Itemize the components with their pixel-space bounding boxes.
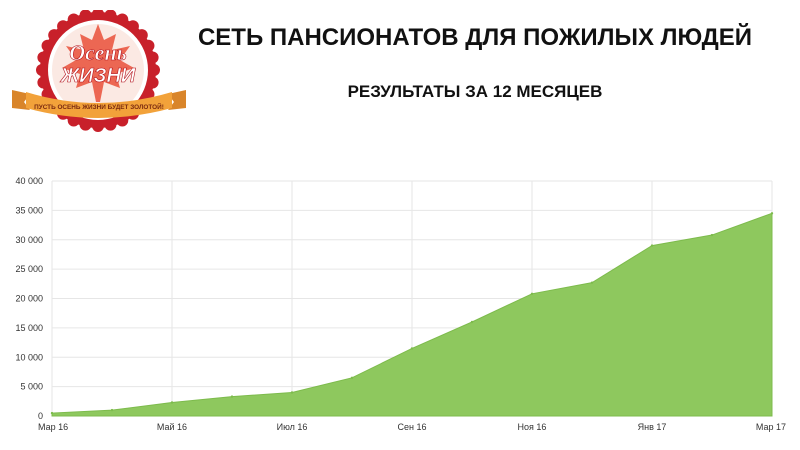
data-point [710, 233, 714, 237]
seal-scallop [146, 76, 159, 89]
seal-scallop [146, 51, 159, 64]
seal-scallop [67, 13, 80, 26]
data-point [410, 347, 414, 350]
seal-scallop [79, 118, 92, 131]
brand-logo: Осень ЖИЗНИ ПУСТЬ ОСЕНЬ ЖИЗНИ БУДЕТ ЗОЛО… [12, 10, 186, 132]
data-point [590, 281, 594, 284]
seal-scallop [41, 39, 54, 52]
logo-line1: Осень [69, 40, 126, 65]
seal-scallop [126, 20, 139, 33]
data-point [650, 244, 654, 247]
x-tick-label: Июл 16 [277, 422, 308, 432]
data-point [770, 212, 774, 215]
data-point [350, 376, 354, 380]
x-tick-label: Сен 16 [398, 422, 427, 432]
seal-scallop [92, 120, 104, 132]
data-point [170, 401, 174, 404]
y-tick-label: 20 000 [15, 294, 43, 304]
y-tick-label: 5 000 [20, 382, 43, 392]
page-title: СЕТЬ ПАНСИОНАТОВ ДЛЯ ПОЖИЛЫХ ЛЮДЕЙ [197, 24, 753, 51]
y-tick-label: 25 000 [15, 264, 43, 274]
y-tick-label: 30 000 [15, 235, 43, 245]
data-point [470, 320, 474, 324]
data-point [530, 292, 534, 295]
data-point [50, 411, 54, 415]
seal-scallop [116, 13, 129, 26]
data-point [110, 408, 114, 412]
seal-scallop [142, 39, 155, 52]
x-tick-label: Ноя 16 [518, 422, 547, 432]
seal-scallop [57, 20, 70, 33]
logo-ribbon-text: ПУСТЬ ОСЕНЬ ЖИЗНИ БУДЕТ ЗОЛОТОЙ! [34, 102, 164, 111]
logo-line2: ЖИЗНИ [60, 65, 136, 87]
x-tick-label: Май 16 [157, 422, 187, 432]
y-tick-label: 40 000 [15, 176, 43, 186]
seal-scallop [48, 29, 61, 42]
data-point [230, 395, 234, 398]
x-tick-label: Янв 17 [638, 422, 667, 432]
y-tick-label: 0 [38, 411, 43, 421]
y-tick-label: 15 000 [15, 323, 43, 333]
x-tick-label: Мар 17 [756, 422, 786, 432]
x-tick-label: Мар 16 [38, 422, 68, 432]
y-tick-label: 10 000 [15, 352, 43, 362]
seal-scallop [37, 51, 50, 64]
y-axis: 0 5 000 10 000 15 000 20 000 25 000 30 000 35 0… [15, 176, 43, 421]
seal-scallop [148, 64, 160, 76]
seal-scallop [36, 64, 48, 76]
area-chart: 0 5 000 10 000 15 000 20 000 25 000 30 000 35 0… [15, 176, 786, 432]
seal-scallop [104, 118, 117, 131]
seal-scallop [37, 76, 50, 89]
x-axis: Мар 16 Май 16 Июл 16 Сен 16 Ноя 16 Янв 17 Мар … [38, 422, 786, 432]
seal-scallop [135, 29, 148, 42]
page-subtitle: РЕЗУЛЬТАТЫ ЗА 12 МЕСЯЦЕВ [347, 82, 603, 101]
y-tick-label: 35 000 [15, 205, 43, 215]
data-point [290, 391, 294, 394]
